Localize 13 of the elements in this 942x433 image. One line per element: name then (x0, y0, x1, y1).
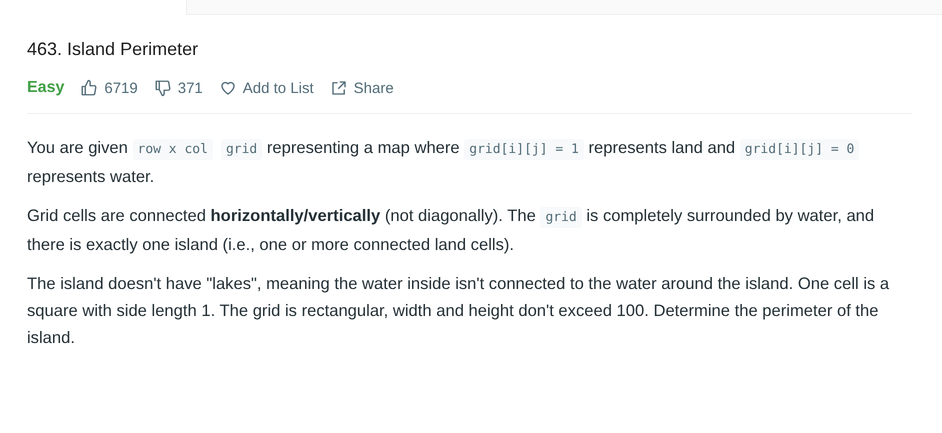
like-link[interactable]: 6719 (80, 79, 138, 97)
favorite-link[interactable]: Add to List (218, 79, 314, 97)
thumbs-up-icon (80, 79, 98, 97)
problem-title: 463. Island Perimeter (27, 39, 200, 60)
share-icon (330, 79, 348, 97)
share-link[interactable]: Share (330, 79, 394, 97)
description-paragraph: You are given row x col grid representing a map where grid[i][j] = 1 represents land and grid[i][j] = 0 represents water. (27, 134, 912, 190)
description-paragraph: Grid cells are connected horizontally/vertically (not diagonally). The grid is completely surrounded by water, and there is exactly one island (i.e., one or more connected land cells). (27, 205, 876, 256)
description-paragraph: The island doesn't have "lakes", meaning the water inside isn't connected to the water around the island. One cell is a square with side length 1. The grid is rectangular, width and height don't exceed 100. Determine the perimeter of the island. (27, 273, 890, 349)
heart-icon (218, 79, 237, 97)
dislike-link[interactable]: 371 (154, 79, 203, 97)
thumbs-down-icon (154, 79, 172, 97)
difficulty-label: Easy (27, 79, 64, 97)
